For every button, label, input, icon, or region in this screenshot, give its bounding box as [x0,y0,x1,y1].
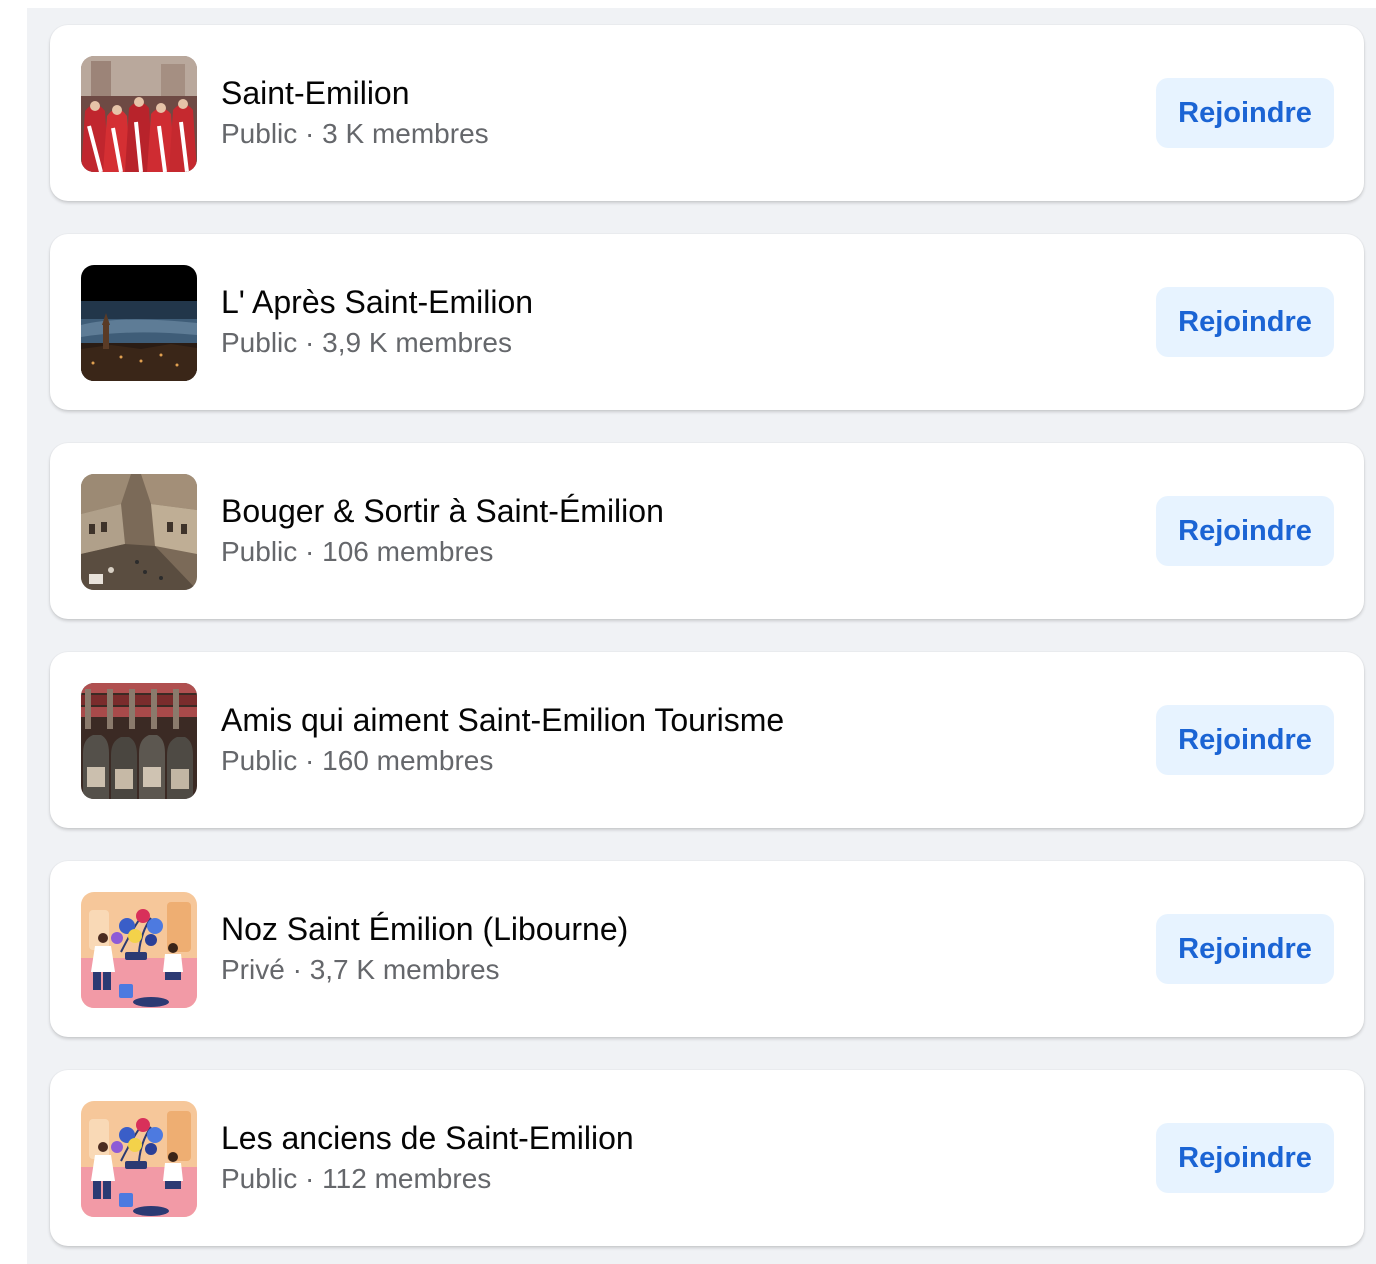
group-name[interactable]: Les anciens de Saint-Emilion [221,1119,634,1157]
group-privacy: Public [221,327,298,358]
group-thumbnail[interactable] [81,474,197,590]
group-meta: Public · 106 membres [221,535,493,569]
old-town-square-image [81,474,197,590]
group-name[interactable]: Amis qui aiment Saint-Emilion Tourisme [221,701,784,739]
group-privacy: Public [221,1163,298,1194]
group-meta: Public · 3,9 K membres [221,326,512,360]
group-privacy: Public [221,745,298,776]
group-name[interactable]: Bouger & Sortir à Saint-Émilion [221,492,664,530]
group-name[interactable]: L' Après Saint-Emilion [221,283,533,321]
group-member-count: 106 membres [322,536,494,567]
join-button[interactable]: Rejoindre [1156,496,1334,566]
group-name[interactable]: Saint-Emilion [221,74,410,112]
group-name[interactable]: Noz Saint Émilion (Libourne) [221,910,628,948]
default-group-illustration [81,1101,197,1217]
join-button[interactable]: Rejoindre [1156,1123,1334,1193]
group-card[interactable]: Saint-Emilion Public · 3 K membres Rejoi… [50,25,1364,201]
group-card[interactable]: Amis qui aiment Saint-Emilion Tourisme P… [50,652,1364,828]
group-suggestions-list: Saint-Emilion Public · 3 K membres Rejoi… [27,8,1376,1264]
group-member-count: 112 membres [322,1163,492,1194]
meta-separator: · [297,745,323,776]
group-card[interactable]: Noz Saint Émilion (Libourne) Privé · 3,7… [50,861,1364,1037]
wine-bottles-image [81,683,197,799]
group-privacy: Public [221,118,298,149]
default-group-illustration [81,892,197,1008]
meta-separator: · [297,118,323,149]
group-member-count: 3,7 K membres [309,954,500,985]
group-member-count: 160 membres [322,745,494,776]
join-button[interactable]: Rejoindre [1156,705,1334,775]
group-thumbnail[interactable] [81,892,197,1008]
group-thumbnail[interactable] [81,1101,197,1217]
meta-separator: · [284,954,310,985]
group-card[interactable]: Les anciens de Saint-Emilion Public · 11… [50,1070,1364,1246]
join-button[interactable]: Rejoindre [1156,914,1334,984]
meta-separator: · [297,536,323,567]
group-card[interactable]: L' Après Saint-Emilion Public · 3,9 K me… [50,234,1364,410]
join-button[interactable]: Rejoindre [1156,287,1334,357]
group-thumbnail[interactable] [81,265,197,381]
group-thumbnail[interactable] [81,56,197,172]
group-member-count: 3 K membres [322,118,489,149]
join-button[interactable]: Rejoindre [1156,78,1334,148]
group-thumbnail[interactable] [81,683,197,799]
group-meta: Public · 3 K membres [221,117,489,151]
group-privacy: Public [221,536,298,567]
group-meta: Public · 112 membres [221,1162,491,1196]
meta-separator: · [297,1163,323,1194]
group-meta: Privé · 3,7 K membres [221,953,500,987]
group-privacy: Privé [221,954,285,985]
group-card[interactable]: Bouger & Sortir à Saint-Émilion Public ·… [50,443,1364,619]
group-meta: Public · 160 membres [221,744,493,778]
town-skyline-dusk-image [81,265,197,381]
red-robed-procession-image [81,56,197,172]
group-member-count: 3,9 K membres [322,327,513,358]
meta-separator: · [297,327,323,358]
